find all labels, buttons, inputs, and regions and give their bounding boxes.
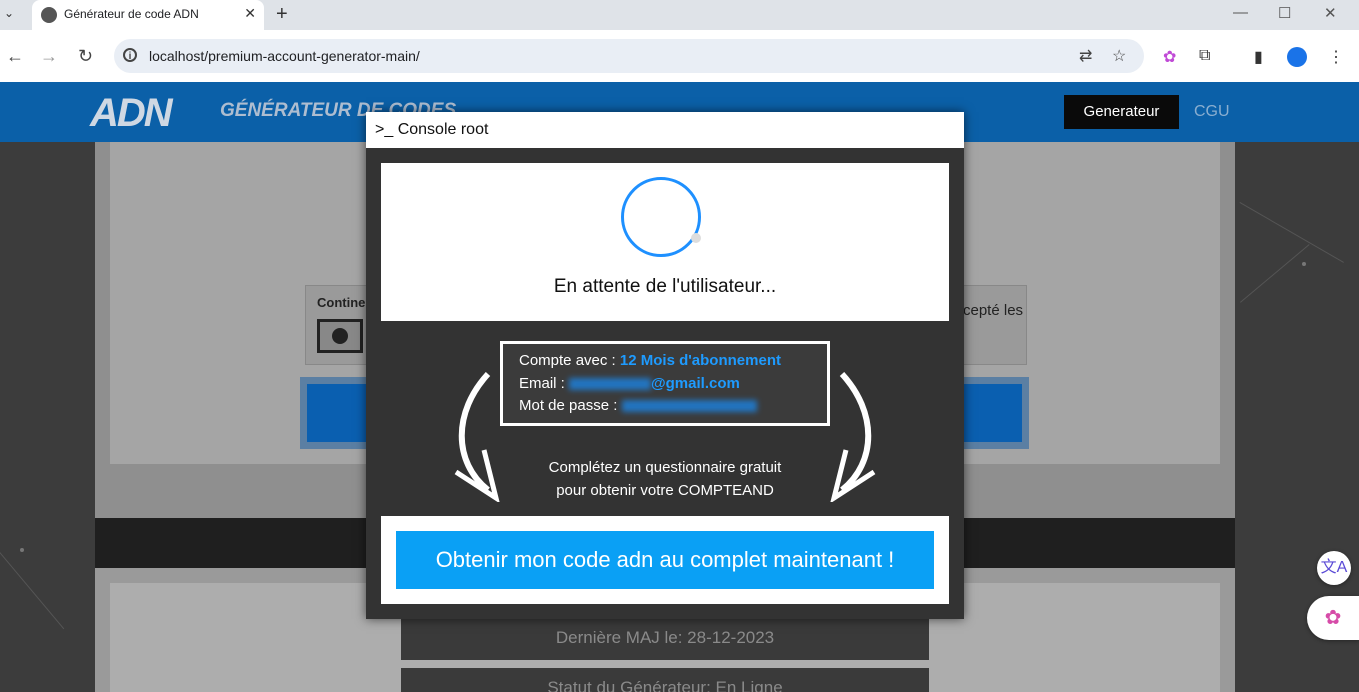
background-globe-button[interactable] (317, 319, 363, 353)
browser-tabbar: ⌄ Générateur de code ADN ✕ + — ☐ ✕ (0, 0, 1359, 30)
account-type-line: Compte avec : 12 Mois d'abonnement (519, 352, 781, 369)
network-line (0, 552, 65, 630)
password-line: Mot de passe : (519, 397, 757, 414)
info-icon[interactable]: i (123, 48, 137, 62)
account-info-box: Compte avec : 12 Mois d'abonnement Email… (500, 341, 830, 426)
window-close-button[interactable]: ✕ (1324, 4, 1337, 22)
brain-float-button[interactable]: ✿ (1307, 596, 1359, 640)
console-modal: >_ Console root En attente de l'utilisat… (366, 112, 964, 619)
account-type-value: 12 Mois d'abonnement (619, 352, 781, 369)
extensions-icon[interactable]: ⧉ (1199, 47, 1210, 65)
reload-button[interactable]: ↻ (78, 46, 93, 67)
address-bar[interactable]: i localhost/premium-account-generator-ma… (114, 39, 1144, 73)
cta-panel: Obtenir mon code adn au complet maintena… (381, 516, 949, 604)
email-label: Email : (519, 375, 570, 392)
tab-close-icon[interactable]: ✕ (244, 5, 256, 22)
nav-generateur[interactable]: Generateur (1064, 95, 1179, 129)
bookmark-star-icon[interactable]: ☆ (1112, 46, 1126, 66)
modal-header: >_ Console root (366, 112, 964, 148)
network-line (1240, 244, 1310, 303)
menu-icon[interactable]: ⋮ (1328, 47, 1344, 67)
email-domain: @gmail.com (651, 375, 740, 392)
background-accept-text: cepté les (963, 302, 1024, 319)
background-continent-label: Contine (317, 295, 366, 310)
waiting-panel: En attente de l'utilisateur... (381, 163, 949, 321)
instructions-text: Complétez un questionnaire gratuit pour … (466, 456, 864, 502)
profile-avatar[interactable] (1287, 47, 1307, 67)
blurred-password (621, 400, 757, 413)
network-dot (20, 548, 24, 552)
blurred-email-user (569, 378, 652, 391)
translate-icon[interactable]: ⇄ (1079, 46, 1092, 66)
email-line: Email : @gmail.com (519, 375, 740, 392)
url-text[interactable]: localhost/premium-account-generator-main… (149, 48, 420, 64)
translate-float-button[interactable]: 文A (1317, 551, 1351, 585)
instructions-line-1: Complétez un questionnaire gratuit (548, 459, 782, 476)
browser-tab[interactable]: Générateur de code ADN ✕ (32, 0, 264, 30)
loading-spinner-icon (621, 177, 701, 257)
waiting-text: En attente de l'utilisateur... (553, 276, 777, 297)
globe-icon (41, 7, 57, 23)
account-type-label: Compte avec : (519, 352, 620, 369)
get-code-button[interactable]: Obtenir mon code adn au complet maintena… (396, 531, 934, 589)
password-label: Mot de passe : (519, 397, 622, 414)
forward-button[interactable]: → (40, 46, 58, 67)
tab-title: Générateur de code ADN (64, 7, 199, 21)
spinner-dot (691, 233, 701, 243)
maximize-button[interactable]: ☐ (1278, 4, 1291, 22)
generator-status-label: Statut du Générateur: En Ligne (401, 668, 929, 692)
nav-cgu[interactable]: CGU (1194, 95, 1230, 129)
adn-logo[interactable]: ADN (90, 91, 210, 135)
tab-list-button[interactable]: ⌄ (4, 6, 14, 20)
modal-title: >_ Console root (375, 121, 489, 138)
browser-toolbar: ← → ↻ i localhost/premium-account-genera… (0, 30, 1359, 82)
side-panel-icon[interactable]: ▮ (1254, 47, 1263, 67)
globe-icon (332, 328, 348, 344)
back-button[interactable]: ← (6, 46, 24, 67)
new-tab-button[interactable]: + (276, 3, 288, 26)
instructions-line-2: pour obtenir votre COMPTEAND (556, 482, 774, 499)
minimize-button[interactable]: — (1233, 4, 1248, 21)
last-update-label: Dernière MAJ le: 28-12-2023 (401, 616, 929, 660)
brain-extension-icon[interactable]: ✿ (1163, 47, 1176, 67)
network-dot (1302, 262, 1306, 266)
network-line (1239, 202, 1344, 263)
